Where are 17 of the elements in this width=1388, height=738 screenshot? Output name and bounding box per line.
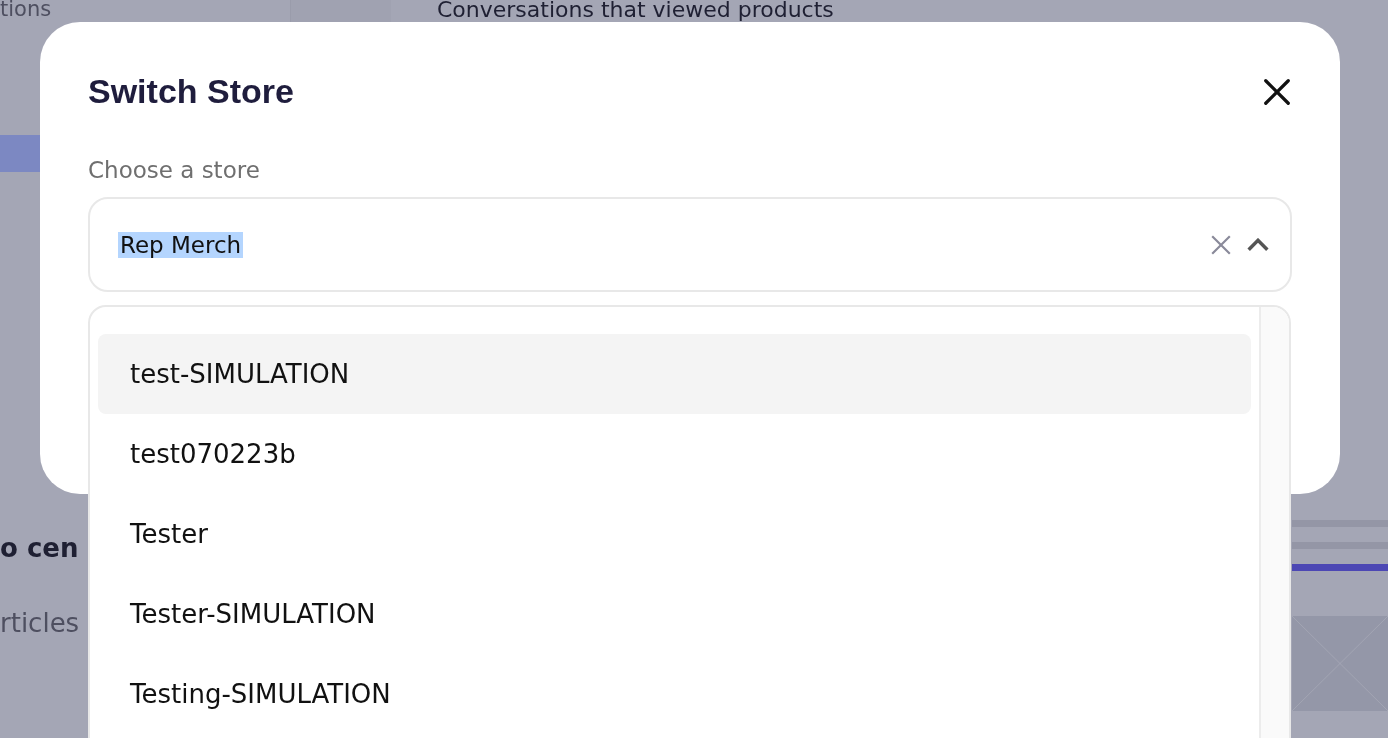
background-text: tions <box>0 0 52 21</box>
clear-icon[interactable] <box>1210 233 1232 256</box>
background-text: Conversations that viewed products <box>437 0 834 22</box>
chevron-icon[interactable] <box>1246 237 1270 252</box>
background-text: rticles <box>0 608 80 638</box>
sidebar-highlight <box>0 135 40 172</box>
store-option[interactable]: Testing-SIMULATION <box>98 654 1251 734</box>
store-option[interactable]: Tester-SIMULATION <box>98 574 1251 654</box>
store-option[interactable]: test070223b <box>98 414 1251 494</box>
store-select[interactable]: Rep Merch <box>88 197 1292 292</box>
dialog-title: Switch Store <box>88 72 294 111</box>
store-option[interactable]: Tester <box>98 494 1251 574</box>
field-label: Choose a store <box>88 157 261 183</box>
select-value: Rep Merch <box>118 231 244 258</box>
store-option[interactable]: test-SIMULATION <box>98 334 1251 414</box>
background-text: o cen <box>0 533 79 563</box>
close-icon[interactable] <box>1262 76 1292 107</box>
